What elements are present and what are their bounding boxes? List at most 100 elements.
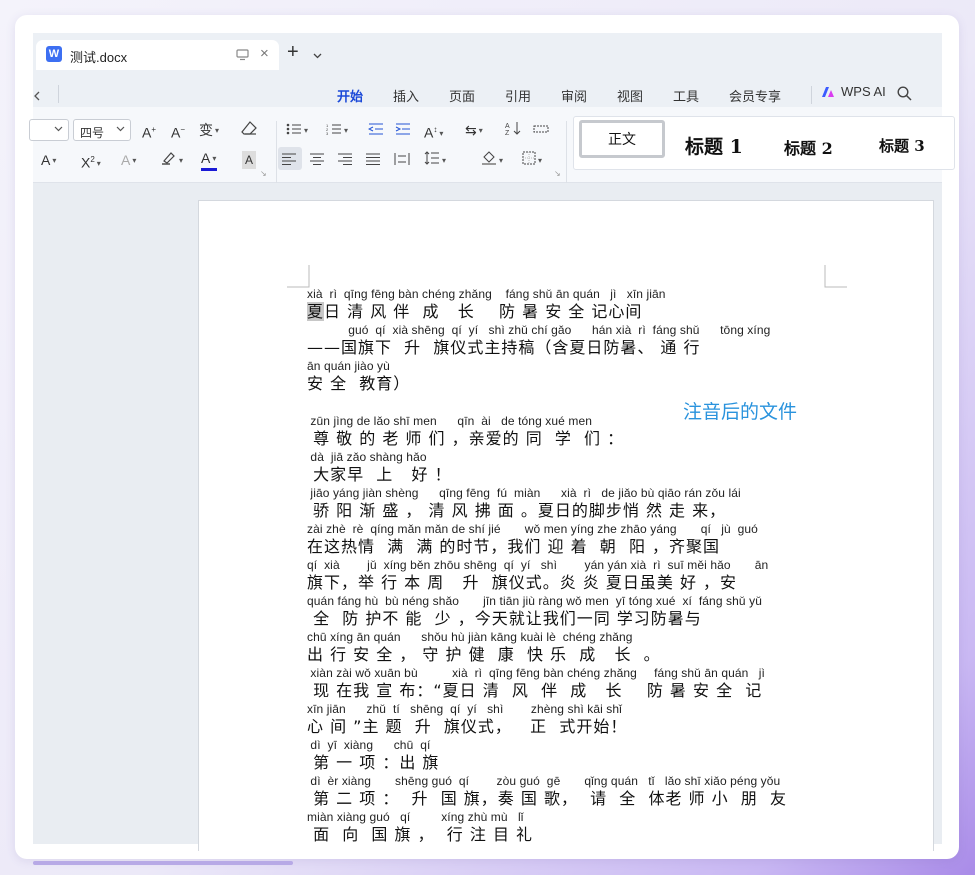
chevron-down-icon — [54, 126, 63, 132]
svg-text:A: A — [505, 123, 510, 130]
text-direction-icon[interactable]: A↕ ▾ — [424, 121, 443, 143]
chevron-down-icon — [116, 126, 125, 132]
align-left-icon[interactable] — [282, 151, 296, 169]
shading-icon[interactable]: ▾ — [481, 151, 503, 170]
style-heading-3[interactable]: 标题 3 — [879, 135, 925, 156]
pinyin-text: xià rì qīng fēng bàn chéng zhǎng fáng sh… — [307, 287, 666, 301]
menu-member[interactable]: 会员专享 — [729, 86, 781, 105]
pinyin-text: qí xià jǔ xíng běn zhōu shēng qí yí shì … — [307, 558, 769, 572]
hanzi-text: 面 向 国 旗 ， 行 注 目 礼 — [307, 825, 534, 844]
ribbon-divider — [276, 121, 277, 183]
pinyin-text: xiàn zài wǒ xuān bù xià rì qīng fēng bàn… — [307, 666, 765, 680]
superscript-icon[interactable]: X2 ▾ — [81, 151, 101, 173]
document-tab-title: 测试.docx — [70, 50, 128, 65]
increase-font-icon[interactable]: A+ — [142, 121, 156, 142]
menu-page[interactable]: 页面 — [449, 86, 475, 105]
hanzi-text: 夏日 清 风 伴 成 长 防 暑 安 全 记心间 — [307, 302, 827, 323]
ribbon-toolbar: 四号 A+ A− 变 ▾ A ▾ X2 ▾ A ▾ ▾ A ▾ A ▾ 1 2 3 ▾ A↕ ▾ … — [29, 107, 955, 183]
font-color-icon[interactable]: A ▾ — [201, 149, 217, 171]
font-size-value: 四号 — [80, 126, 105, 140]
svg-text:3: 3 — [326, 131, 329, 135]
borders-icon[interactable]: ▾ — [522, 151, 542, 170]
close-tab-icon[interactable]: × — [260, 46, 269, 62]
hanzi-text: 旗下，举 行 本 周 升 旗仪式。炎 炎 夏日虽美 好 ，安 — [307, 573, 738, 592]
pinyin-text: dà jiā zǎo shàng hǎo — [307, 450, 427, 464]
ruby-line: qí xià jǔ xíng běn zhōu shēng qí yí shì … — [307, 558, 827, 594]
paragraph-dialog-launcher[interactable]: ↘ — [554, 169, 561, 178]
distribute-icon[interactable] — [394, 151, 410, 169]
ruby-line: xiàn zài wǒ xuān bù xià rì qīng fēng bàn… — [307, 666, 827, 702]
ruby-line: xià rì qīng fēng bàn chéng zhǎng fáng sh… — [307, 287, 827, 323]
sort-icon[interactable]: AZ — [505, 121, 521, 139]
hanzi-text: 全 防 护不 能 少 ，今天就让我们一同 学习防暑与 — [307, 609, 702, 628]
menu-view[interactable]: 视图 — [617, 86, 643, 105]
pinyin-text: dì èr xiàng shēng guó qí zòu guó gē qǐng… — [307, 774, 781, 788]
pinyin-text: guó qí xià shēng qí yí shì zhǔ chí gǎo h… — [307, 323, 771, 337]
pinyin-text: quán fáng hù bù néng shǎo jīn tiān jiù r… — [307, 594, 762, 608]
line-spacing-icon[interactable]: ▾ — [424, 151, 446, 170]
phonetic-guide-icon[interactable]: 变 ▾ — [199, 121, 219, 140]
highlight-icon[interactable]: ▾ — [161, 151, 183, 170]
menu-tools[interactable]: 工具 — [673, 86, 699, 105]
pinyin-text: miàn xiàng guó qí xíng zhù mù lǐ — [307, 810, 524, 824]
justify-icon[interactable] — [366, 151, 380, 169]
hanzi-text: 第 一 项 ：出 旗 — [307, 753, 440, 772]
menu-divider — [811, 86, 812, 104]
numbered-list-icon[interactable]: 1 2 3 ▾ — [326, 121, 348, 140]
style-heading-1[interactable]: 标题 1 — [685, 132, 743, 159]
font-dialog-launcher[interactable]: ↘ — [260, 169, 267, 178]
annotation-label: 注音后的文件 — [683, 402, 798, 423]
chevron-left-icon[interactable] — [33, 88, 41, 106]
increase-indent-icon[interactable] — [395, 121, 411, 139]
ruby-line: dì èr xiàng shēng guó qí zòu guó gē qǐng… — [307, 774, 827, 810]
new-tab-button[interactable]: + — [287, 42, 299, 62]
monitor-icon[interactable] — [236, 48, 249, 66]
horizontal-scrollbar[interactable] — [33, 861, 293, 865]
style-gallery: 正文 标题 1 标题 2 标题 3 — [573, 116, 955, 170]
bullet-list-icon[interactable]: ▾ — [286, 121, 308, 140]
document-page[interactable]: xià rì qīng fēng bàn chéng zhǎng fáng sh… — [198, 200, 934, 851]
search-icon[interactable] — [897, 86, 912, 106]
strikethrough-icon[interactable]: A ▾ — [41, 151, 56, 170]
ruby-line: quán fáng hù bù néng shǎo jīn tiān jiù r… — [307, 594, 827, 630]
decrease-font-icon[interactable]: A− — [171, 121, 185, 142]
menu-divider — [58, 85, 59, 103]
menu-review[interactable]: 审阅 — [561, 86, 587, 105]
wps-ai-icon — [822, 86, 834, 97]
selected-char: 夏 — [307, 302, 325, 321]
show-marks-icon[interactable] — [533, 121, 549, 139]
align-center-icon[interactable] — [310, 151, 324, 169]
decrease-indent-icon[interactable] — [367, 121, 384, 139]
hanzi-text: 在这热情 满 满 的时节，我们 迎 着 朝 阳 ，齐聚国 — [307, 537, 721, 556]
menu-references[interactable]: 引用 — [505, 86, 531, 105]
style-normal[interactable]: 正文 — [579, 120, 665, 158]
text-effect-icon[interactable]: A ▾ — [121, 151, 136, 170]
ruby-line: guó qí xià shēng qí yí shì zhǔ chí gǎo h… — [307, 323, 827, 359]
hanzi-text: 骄 阳 渐 盛 ， 清 风 拂 面 。夏日的脚步悄 然 走 来， — [307, 501, 727, 520]
document-body[interactable]: xià rì qīng fēng bàn chéng zhǎng fáng sh… — [307, 287, 827, 846]
align-right-icon[interactable] — [338, 151, 352, 169]
document-tab[interactable]: W 测试.docx × — [36, 40, 279, 70]
sort-swap-icon[interactable]: ⇆ ▾ — [465, 121, 483, 140]
margin-corner-mark — [287, 265, 310, 288]
menu-insert[interactable]: 插入 — [393, 86, 419, 105]
hanzi-rest: 日 清 风 伴 成 长 防 暑 安 全 记心间 — [324, 302, 643, 321]
hanzi-text: ——国旗下 升 旗仪式主持稿（含夏日防暑、 通 行 — [307, 338, 701, 357]
font-size-select[interactable]: 四号 — [73, 119, 131, 141]
hanzi-text: 安 全 教育） — [307, 374, 411, 393]
pinyin-text: dì yī xiàng chū qí — [307, 738, 431, 752]
style-heading-2[interactable]: 标题 2 — [784, 135, 833, 159]
ruby-line: dì yī xiàng chū qí 第 一 项 ：出 旗 — [307, 738, 827, 774]
character-shading-icon[interactable]: A — [242, 151, 257, 169]
wps-ai-label: WPS AI — [841, 84, 886, 99]
chevron-down-icon[interactable] — [313, 46, 322, 64]
menu-home[interactable]: 开始 — [337, 86, 363, 105]
ribbon-divider — [566, 121, 567, 183]
hanzi-text: 心 间 ”主 题 升 旗仪式， 正 式开始！ — [307, 717, 628, 736]
wps-writer-icon: W — [46, 46, 62, 62]
wps-ai-button[interactable]: WPS AI — [821, 84, 886, 99]
font-name-select[interactable] — [29, 119, 69, 141]
eraser-icon[interactable] — [241, 121, 257, 139]
ruby-line: chū xíng ān quán shǒu hù jiàn kāng kuài … — [307, 630, 827, 666]
font-color-bar — [201, 168, 217, 171]
